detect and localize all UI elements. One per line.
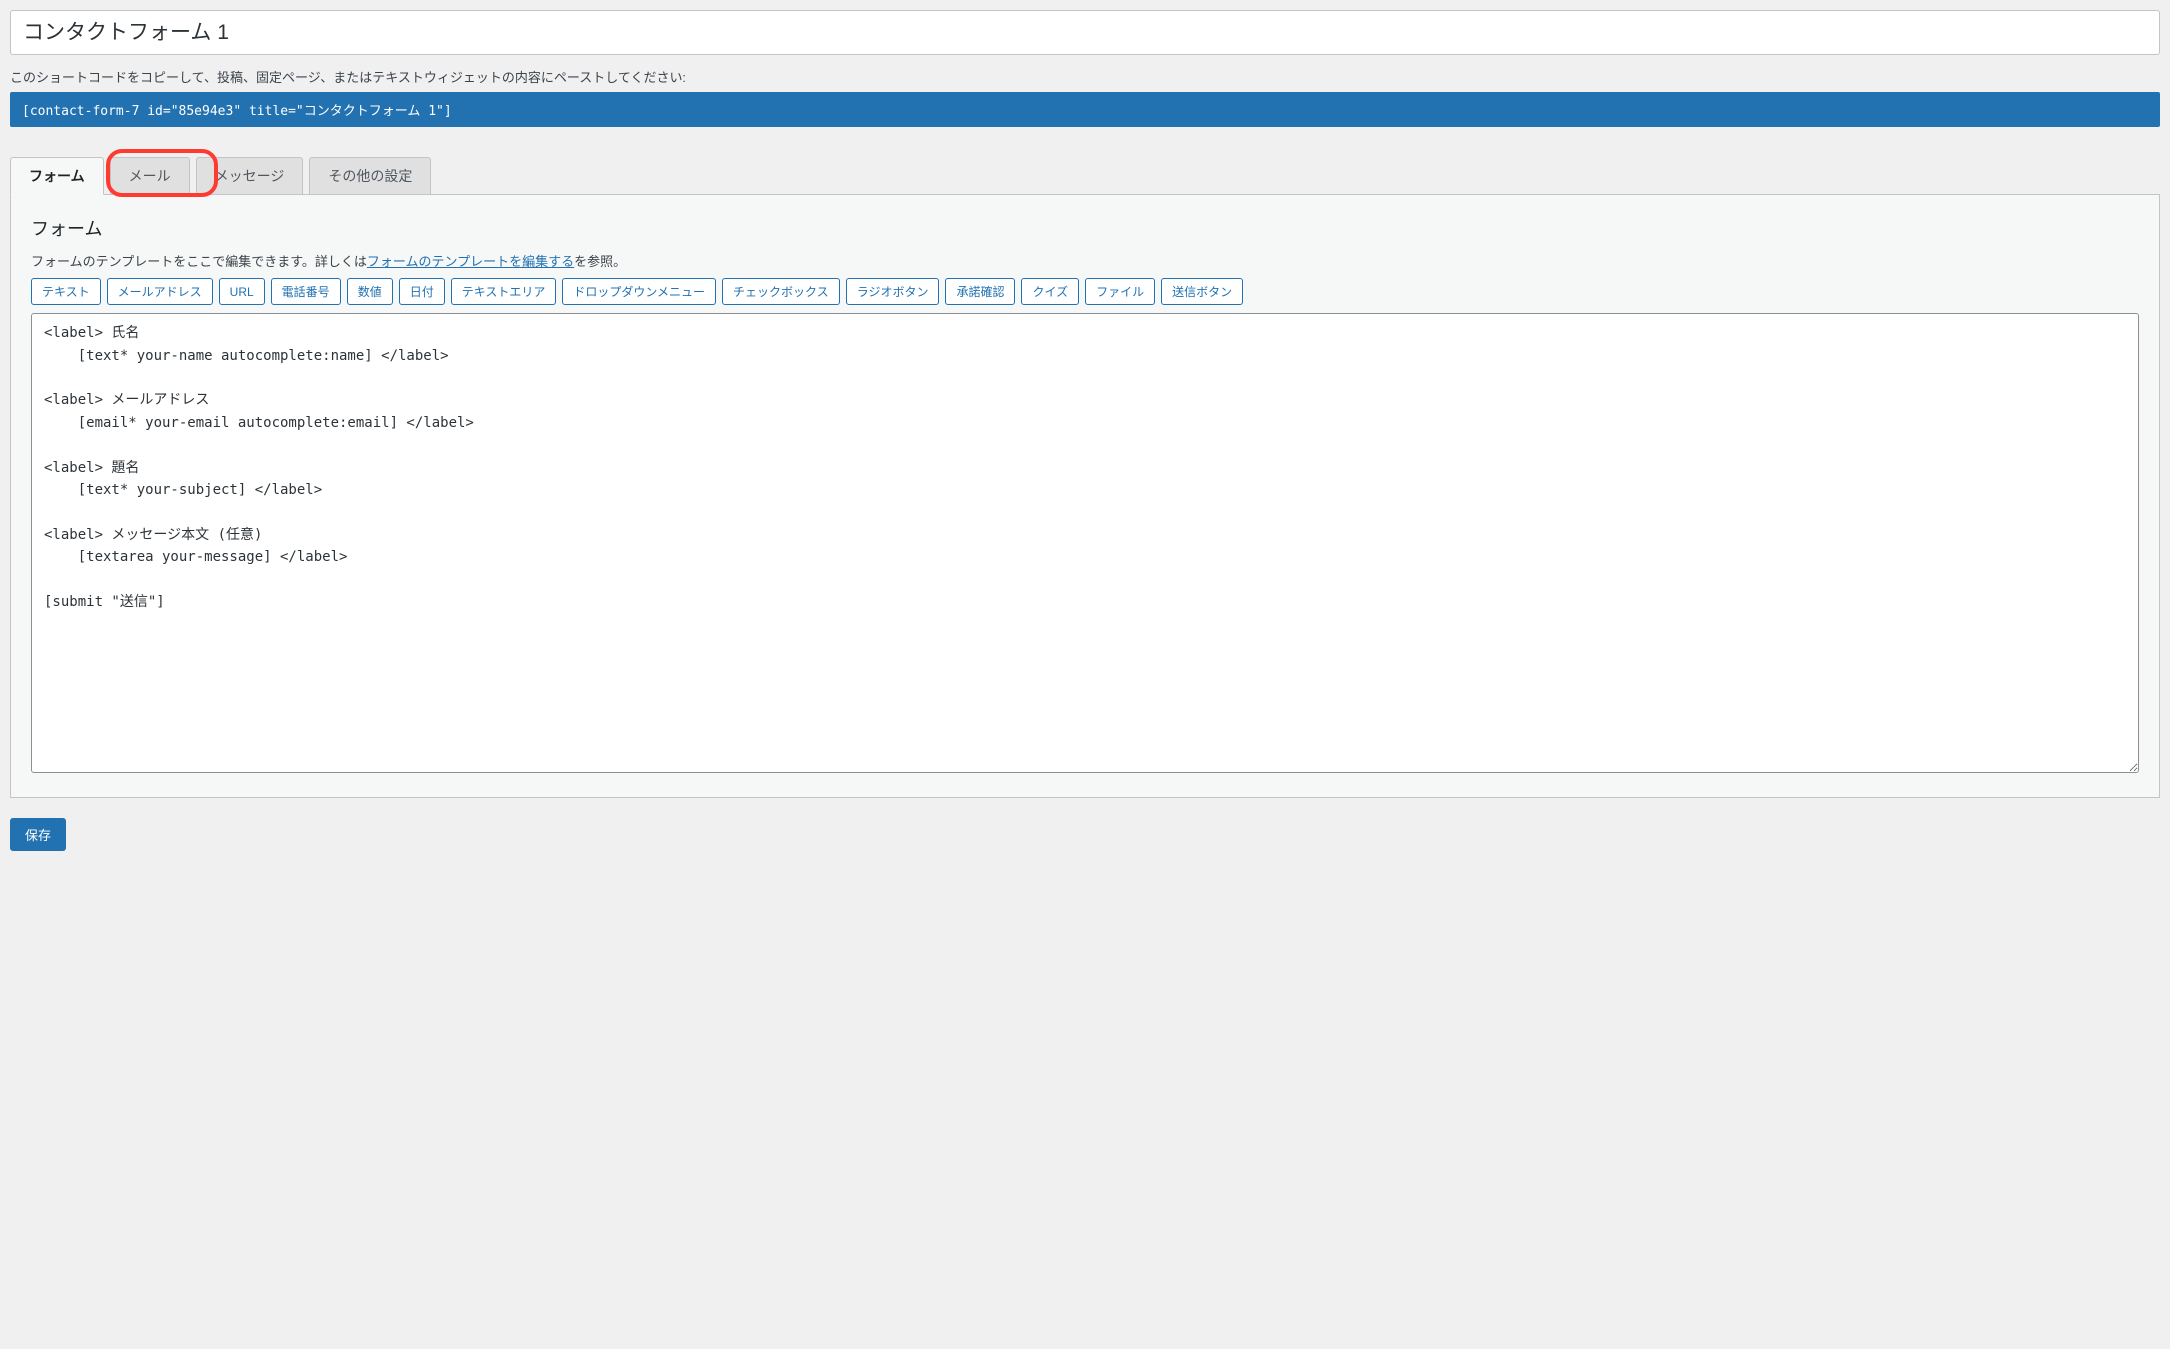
shortcode-description: このショートコードをコピーして、投稿、固定ページ、またはテキストウィジェットの内… xyxy=(10,67,2160,86)
form-title-input[interactable] xyxy=(10,10,2160,55)
panel-desc-link[interactable]: フォームのテンプレートを編集する xyxy=(367,255,574,270)
tag-btn-file[interactable]: ファイル xyxy=(1085,278,1155,305)
save-button[interactable]: 保存 xyxy=(10,818,66,851)
tag-btn-dropdown[interactable]: ドロップダウンメニュー xyxy=(562,278,716,305)
form-template-textarea[interactable] xyxy=(31,313,2139,773)
tag-btn-text[interactable]: テキスト xyxy=(31,278,101,305)
tab-mail[interactable]: メール xyxy=(110,157,190,194)
tag-btn-email[interactable]: メールアドレス xyxy=(107,278,213,305)
tabs-container: フォーム メール メッセージ その他の設定 xyxy=(10,157,2160,194)
tab-form[interactable]: フォーム xyxy=(10,157,104,195)
panel-description: フォームのテンプレートをここで編集できます。詳しくはフォームのテンプレートを編集… xyxy=(31,251,2139,270)
panel-desc-suffix: を参照。 xyxy=(574,255,626,270)
tab-additional[interactable]: その他の設定 xyxy=(309,157,431,194)
tag-btn-textarea[interactable]: テキストエリア xyxy=(451,278,557,305)
tab-messages[interactable]: メッセージ xyxy=(196,157,304,194)
tag-btn-number[interactable]: 数値 xyxy=(347,278,393,305)
tag-btn-submit[interactable]: 送信ボタン xyxy=(1161,278,1243,305)
tag-buttons-container: テキスト メールアドレス URL 電話番号 数値 日付 テキストエリア ドロップ… xyxy=(31,278,2139,305)
shortcode-display[interactable]: [contact-form-7 id="85e94e3" title="コンタク… xyxy=(10,92,2160,127)
panel-desc-prefix: フォームのテンプレートをここで編集できます。詳しくは xyxy=(31,255,367,270)
tag-btn-date[interactable]: 日付 xyxy=(399,278,445,305)
tag-btn-quiz[interactable]: クイズ xyxy=(1021,278,1079,305)
tag-btn-radio[interactable]: ラジオボタン xyxy=(846,278,940,305)
form-panel: フォーム フォームのテンプレートをここで編集できます。詳しくはフォームのテンプレ… xyxy=(10,194,2160,798)
tag-btn-url[interactable]: URL xyxy=(219,278,265,305)
panel-title: フォーム xyxy=(31,215,2139,241)
tag-btn-tel[interactable]: 電話番号 xyxy=(271,278,341,305)
tag-btn-checkbox[interactable]: チェックボックス xyxy=(722,278,840,305)
tag-btn-acceptance[interactable]: 承諾確認 xyxy=(945,278,1015,305)
